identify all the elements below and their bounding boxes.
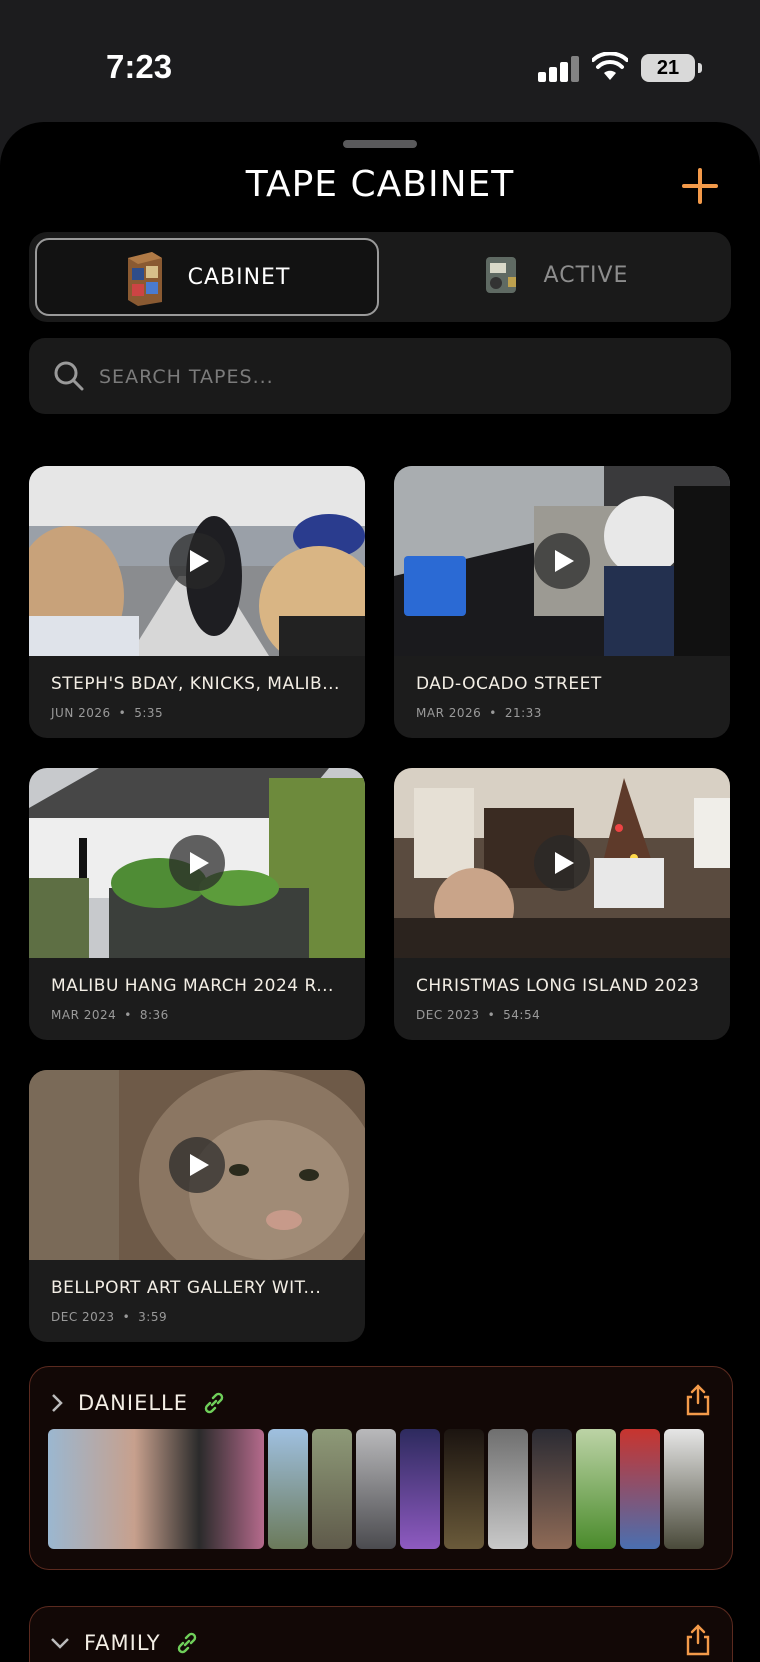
- folder-header[interactable]: FAMILY: [50, 1625, 199, 1661]
- battery-level: 21: [656, 57, 680, 79]
- tape-meta: MAR 2026 • 21:33: [416, 706, 542, 720]
- play-icon[interactable]: [534, 835, 590, 891]
- tape-title: CHRISTMAS LONG ISLAND 2023: [416, 976, 700, 996]
- tape-title: DAD-OCADO STREET: [416, 674, 602, 694]
- status-time: 7:23: [106, 48, 173, 85]
- folder-header[interactable]: DANIELLE: [50, 1385, 226, 1421]
- tape-card[interactable]: STEPH'S BDAY, KNICKS, MALIB... JUN 2026 •…: [29, 466, 365, 738]
- folder-name: FAMILY: [84, 1631, 161, 1655]
- wifi-icon: [592, 52, 628, 80]
- search-bar: [29, 338, 731, 414]
- cellular-signal-icon: [538, 56, 580, 82]
- play-icon[interactable]: [534, 533, 590, 589]
- battery-icon: 21: [641, 54, 702, 82]
- share-icon[interactable]: [684, 1383, 712, 1417]
- search-icon: [54, 361, 84, 391]
- view-segmented-control: CABINET ACTIVE: [29, 232, 731, 322]
- tape-card[interactable]: CHRISTMAS LONG ISLAND 2023 DEC 2023 • 54:5…: [394, 768, 730, 1040]
- tape-cabinet-sheet: TAPE CABINET CABINET ACTIVE SEARCH TAPES…: [0, 122, 760, 1662]
- play-icon[interactable]: [169, 835, 225, 891]
- tab-active[interactable]: ACTIVE: [385, 238, 725, 312]
- play-icon[interactable]: [169, 533, 225, 589]
- status-bar: 7:23 21: [0, 0, 760, 120]
- tape-title: STEPH'S BDAY, KNICKS, MALIB...: [51, 674, 340, 694]
- add-tape-button[interactable]: [680, 166, 720, 206]
- tape-title: BELLPORT ART GALLERY WIT...: [51, 1278, 322, 1298]
- play-icon[interactable]: [169, 1137, 225, 1193]
- folder-name: DANIELLE: [78, 1391, 189, 1415]
- tape-meta: JUN 2026 • 5:35: [51, 706, 164, 720]
- tape-meta: DEC 2023 • 54:54: [416, 1008, 541, 1022]
- tab-cabinet[interactable]: CABINET: [35, 238, 379, 316]
- tape-meta: MAR 2024 • 8:36: [51, 1008, 169, 1022]
- tape-card[interactable]: MALIBU HANG MARCH 2024 R... MAR 2024 • 8:3…: [29, 768, 365, 1040]
- page-title: TAPE CABINET: [245, 164, 515, 205]
- tape-card[interactable]: DAD-OCADO STREET MAR 2026 • 21:33: [394, 466, 730, 738]
- cabinet-icon: [127, 252, 162, 306]
- tape-meta: DEC 2023 • 3:59: [51, 1310, 168, 1324]
- search-input[interactable]: [97, 356, 701, 398]
- tab-cabinet-label: CABINET: [187, 264, 291, 290]
- folder-danielle: DANIELLE: [29, 1366, 733, 1570]
- folder-thumbnail-strip[interactable]: [48, 1429, 704, 1549]
- folder-family: FAMILY: [29, 1606, 733, 1662]
- tape-title: MALIBU HANG MARCH 2024 R...: [51, 976, 334, 996]
- chevron-down-icon: [51, 1638, 69, 1649]
- chevron-right-icon: [52, 1394, 63, 1412]
- camcorder-icon: [485, 257, 516, 293]
- link-icon[interactable]: [202, 1391, 226, 1415]
- tape-card[interactable]: BELLPORT ART GALLERY WIT... DEC 2023 • 3:5…: [29, 1070, 365, 1342]
- tab-active-label: ACTIVE: [543, 262, 629, 288]
- link-icon[interactable]: [175, 1631, 199, 1655]
- sheet-grabber[interactable]: [343, 140, 417, 148]
- share-icon[interactable]: [684, 1623, 712, 1657]
